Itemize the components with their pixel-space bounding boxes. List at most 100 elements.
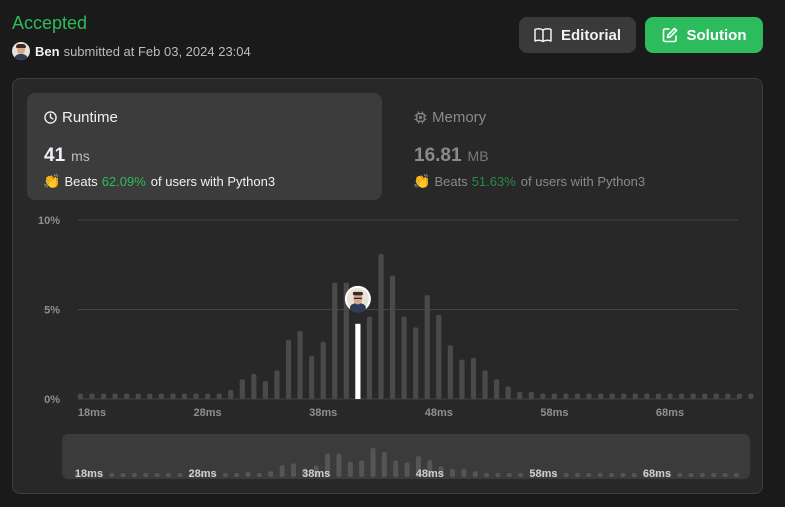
brush-bar: [336, 453, 342, 477]
brush-bar: [461, 468, 467, 477]
brush-bar: [734, 473, 740, 477]
user-avatar[interactable]: [12, 42, 30, 60]
bar: [725, 393, 731, 399]
bar: [459, 359, 465, 399]
solution-label: Solution: [686, 26, 747, 44]
brush-tick-label: 18ms: [75, 468, 103, 479]
x-tick-label: 18ms: [78, 407, 106, 419]
x-tick-label: 68ms: [656, 407, 684, 419]
brush-bar: [393, 460, 399, 477]
bar: [262, 381, 268, 399]
x-tick-label: 58ms: [540, 407, 568, 419]
brush-bar: [563, 473, 569, 477]
brush-bar: [359, 460, 365, 477]
bar: [436, 314, 442, 399]
bar: [528, 391, 534, 399]
performance-panel: Runtime 41 ms 👏 Beats 62.09% of users wi…: [12, 78, 763, 494]
range-brush-chart[interactable]: 18ms 28ms 38ms 48ms 58ms 68ms: [62, 434, 750, 479]
y-tick-label: 0%: [44, 394, 60, 406]
bar: [505, 386, 511, 399]
bar: [470, 357, 477, 399]
editorial-label: Editorial: [560, 26, 621, 44]
brush-bar: [574, 473, 580, 477]
brush-bar: [597, 473, 603, 477]
bar: [424, 295, 430, 399]
bar: [332, 282, 338, 399]
x-tick-label: 48ms: [425, 407, 453, 419]
brush-tick-label: 58ms: [529, 468, 557, 479]
y-tick-label: 10%: [38, 215, 60, 227]
brush-bar: [484, 473, 490, 477]
bar: [667, 393, 673, 399]
y-tick-label: 5%: [44, 305, 60, 317]
bar: [690, 393, 696, 399]
bar: [158, 393, 164, 399]
bar: [228, 390, 234, 399]
brush-bar: [143, 473, 149, 477]
bar: [644, 393, 650, 399]
brush-bar: [154, 473, 160, 477]
submission-status: Accepted: [12, 13, 88, 33]
brush-bar: [268, 471, 274, 477]
bar: [297, 330, 303, 399]
bar: [702, 393, 708, 399]
bar: [251, 373, 257, 399]
brush-bar: [620, 473, 626, 477]
brush-bar: [256, 473, 262, 477]
brush-tick-label: 28ms: [189, 468, 217, 479]
bar: [112, 393, 118, 399]
bar: [632, 393, 638, 399]
brush-bar: [279, 465, 285, 477]
bar: [77, 393, 84, 399]
brush-bar: [347, 461, 353, 477]
bar: [366, 316, 373, 399]
submitted-timestamp: submitted at Feb 03, 2024 23:04: [63, 43, 251, 59]
bar: [193, 393, 199, 399]
bar: [551, 393, 557, 399]
brush-bar: [711, 473, 717, 477]
bar: [736, 393, 742, 399]
brush-bar: [131, 473, 137, 477]
brush-bar: [495, 473, 501, 477]
submitter-name[interactable]: Ben: [35, 44, 60, 59]
bar: [482, 370, 488, 399]
submitter-info: Ben submitted at Feb 03, 2024 23:04: [12, 42, 251, 60]
edit-icon: [662, 27, 677, 43]
brush-bar: [290, 463, 296, 477]
editorial-button[interactable]: Editorial: [519, 17, 636, 53]
brush-bar: [631, 473, 637, 477]
bar: [216, 393, 222, 399]
runtime-distribution-chart[interactable]: 10% 5% 0% 18ms 28ms 38ms 48ms 58ms 68ms: [13, 79, 762, 434]
bar: [748, 393, 754, 399]
bar: [586, 393, 592, 399]
bar: [447, 345, 453, 399]
brush-bar: [609, 473, 615, 477]
bar: [320, 341, 326, 399]
brush-tick-label: 68ms: [643, 468, 671, 479]
bar: [205, 393, 211, 399]
book-icon: [534, 28, 552, 43]
brush-bar: [109, 473, 115, 477]
bar: [401, 316, 407, 399]
brush-bar: [120, 473, 126, 477]
bar: [598, 393, 604, 399]
bar: [621, 393, 627, 399]
brush-bar: [722, 473, 728, 477]
bar: [678, 393, 685, 399]
bar: [274, 370, 280, 399]
brush-bar: [370, 447, 376, 477]
bar: [494, 379, 500, 399]
solution-button[interactable]: Solution: [645, 17, 763, 53]
bar: [609, 393, 615, 399]
highlight-bar: [355, 323, 361, 399]
brush-bar: [404, 462, 410, 477]
bar: [100, 393, 107, 399]
bar: [89, 393, 95, 399]
brush-bar: [677, 473, 683, 477]
bar: [655, 393, 662, 399]
brush-bar: [381, 452, 387, 477]
bar: [181, 393, 188, 399]
range-brush[interactable]: 18ms 28ms 38ms 48ms 58ms 68ms: [62, 434, 750, 479]
bar: [563, 393, 569, 399]
brush-bar: [518, 473, 524, 477]
